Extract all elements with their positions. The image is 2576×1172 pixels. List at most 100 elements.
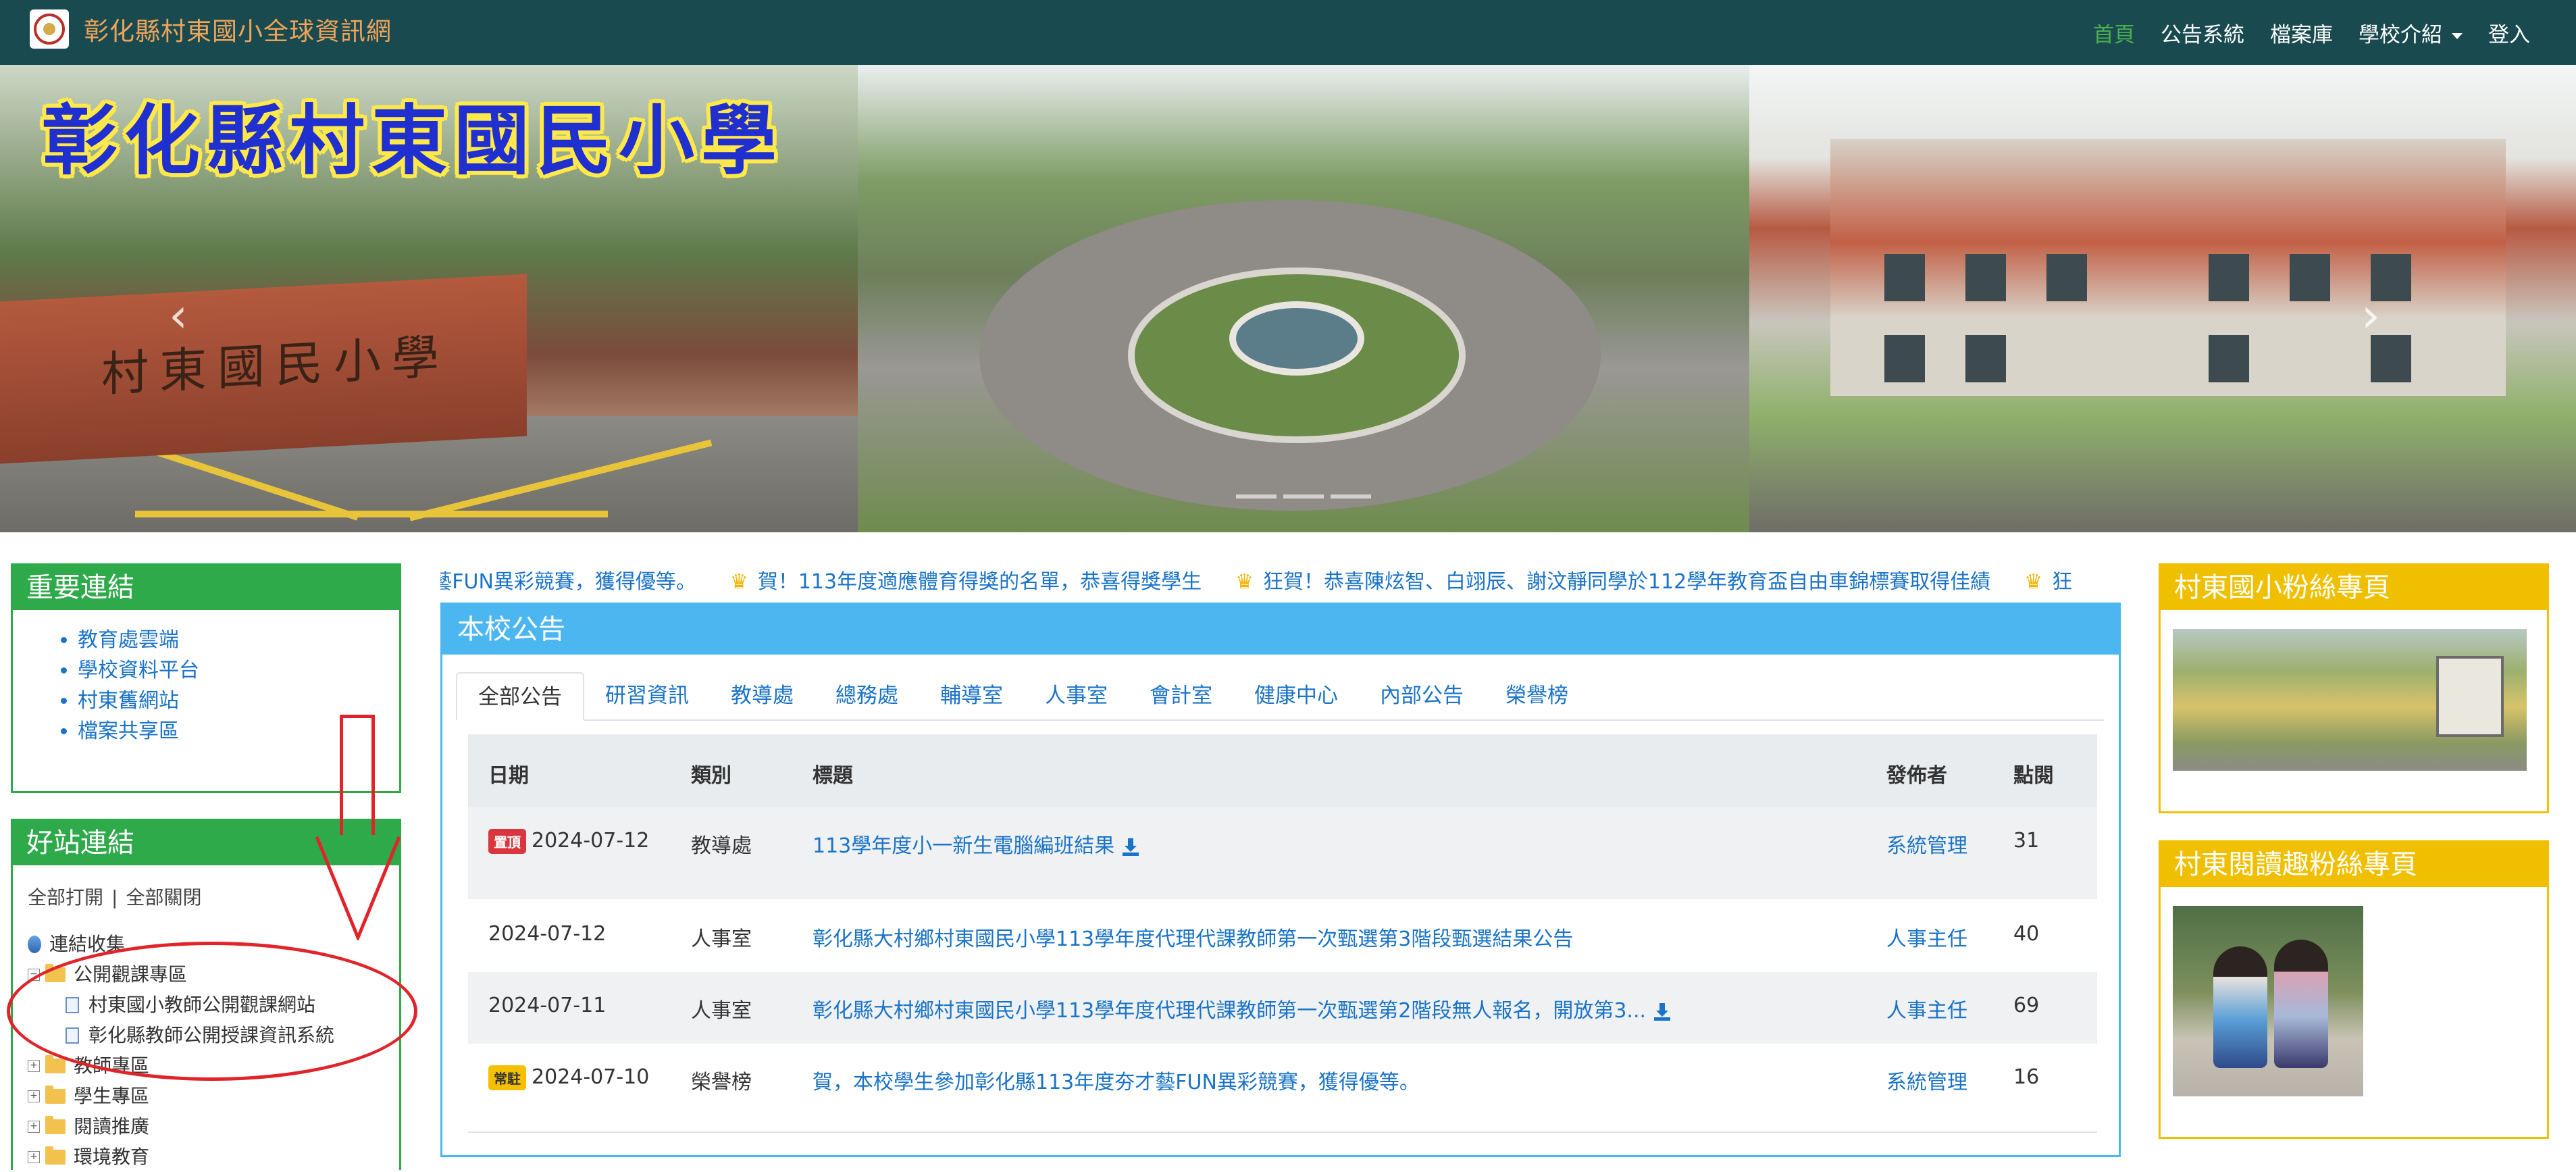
row-title-link[interactable]: 賀，本校學生參加彰化縣113年度夯才藝FUN異彩競賽，獲得優等。 [813,1065,1420,1095]
row-publisher-link[interactable]: 人事主任 [1886,922,1967,952]
nav-login[interactable]: 登入 [2488,18,2530,48]
crown-icon: ♛ [2024,570,2043,594]
table-row: 置頂 2024-07-12 教導處 113學年度小一新生電腦編班結果 系統管理 3… [468,807,2097,899]
download-icon[interactable] [1123,838,1139,856]
folder-icon [45,1054,66,1073]
tree-folder-reading[interactable]: + 閱讀推廣 [28,1111,399,1142]
announcement-table: 日期 類別 標題 發佈者 點閱 置頂 2024-07-12 教導處 113學年度小… [468,734,2097,1133]
nav-home[interactable]: 首頁 [2093,18,2135,48]
row-hits: 40 [2013,922,2040,946]
nav-links: 首頁 公告系統 檔案庫 學校介紹 登入 [2067,0,2530,65]
banner-photo-building [1749,65,2576,532]
announcements-panel: 本校公告 全部公告 研習資訊 教導處 總務處 輔導室 人事室 會計室 健康中心 … [440,603,2121,1157]
marquee-item[interactable]: 賀，本校學生參加彰化縣113年度夯才藝FUN異彩競賽，獲得優等。 [440,570,696,594]
table-row: 2024-07-12 人事室 彰化縣大村鄉村東國民小學113學年度代理代課教師第… [468,899,2097,972]
row-date: 2024-07-11 [488,994,607,1017]
link-old-website[interactable]: 村東舊網站 [78,686,399,716]
row-title-link[interactable]: 113學年度小一新生電腦編班結果 [813,834,1114,858]
nav-announcement-system[interactable]: 公告系統 [2161,18,2244,48]
tab-general-affairs[interactable]: 總務處 [815,672,919,719]
row-category: 教導處 [691,834,752,858]
carousel-prev-icon[interactable]: ‹ [169,288,188,343]
folder-icon [45,1115,66,1134]
header-category: 類別 [691,764,731,788]
tab-training[interactable]: 研習資訊 [584,672,710,719]
expand-icon[interactable]: + [28,1090,40,1102]
reading-page-image[interactable] [2173,906,2363,1096]
row-date: 2024-07-12 [532,829,650,852]
annotation-arrow-head-icon [315,836,401,940]
announcement-tabs: 全部公告 研習資訊 教導處 總務處 輔導室 人事室 會計室 健康中心 內部公告 … [456,672,2104,721]
caret-down-icon [2452,32,2463,39]
nav-school-intro-label: 學校介紹 [2359,22,2442,47]
tree-folder-students[interactable]: + 學生專區 [28,1081,399,1111]
table-row: 常駐 2024-07-10 榮譽榜 賀，本校學生參加彰化縣113年度夯才藝FUN異… [468,1044,2097,1133]
tab-personnel[interactable]: 人事室 [1024,672,1129,719]
row-hits: 16 [2013,1065,2040,1089]
header-hits: 點閱 [2013,764,2054,788]
tab-all[interactable]: 全部公告 [456,672,584,721]
tab-honor-roll[interactable]: 榮譽榜 [1485,672,1589,719]
top-navbar: 彰化縣村東國小全球資訊網 首頁 公告系統 檔案庫 學校介紹 登入 [0,0,2576,65]
separator: | [111,886,118,909]
site-title[interactable]: 彰化縣村東國小全球資訊網 [84,11,392,47]
link-school-data-platform[interactable]: 學校資料平台 [78,655,399,686]
resident-badge: 常駐 [488,1065,526,1090]
row-title-link[interactable]: 彰化縣大村鄉村東國民小學113學年度代理代課教師第一次甄選第2階段無人報名，開放… [813,999,1646,1023]
brand[interactable]: 彰化縣村東國小全球資訊網 [30,9,392,49]
marquee-item[interactable]: 狂賀！恭喜陳炫智、白翊辰、謝汶靜同學於112學年教育盃自由車錦標賽取得佳績 [1263,570,1990,594]
banner-photo-courtyard [858,65,1749,532]
tab-internal[interactable]: 內部公告 [1359,672,1485,719]
marquee-item[interactable]: 狂 [2052,570,2072,594]
carousel-indicators[interactable] [1236,494,1378,499]
carousel-next-icon[interactable]: › [2361,288,2380,343]
expand-all-button[interactable]: 全部打開 [28,886,103,909]
collapse-all-button[interactable]: 全部關閉 [126,886,201,909]
row-hits: 31 [2013,829,2040,852]
row-title-link[interactable]: 彰化縣大村鄉村東國民小學113學年度代理代課教師第一次甄選第3階段甄選結果公告 [813,922,1573,952]
banner-carousel[interactable]: 村東國民小學 彰化縣村東國民小學 ‹ › [0,65,2576,532]
annotation-red-oval [7,942,417,1081]
nav-school-intro-dropdown[interactable]: 學校介紹 [2359,18,2463,48]
marquee-item[interactable]: 賀！113年度適應體育得獎的名單，恭喜得獎學生 [758,570,1202,594]
expand-icon[interactable]: + [28,1120,40,1133]
pinned-badge: 置頂 [488,829,526,854]
reading-page-title: 村東閱讀趣粉絲專頁 [2161,842,2547,887]
row-hits: 69 [2013,994,2040,1017]
announcements-title: 本校公告 [442,605,2119,655]
row-publisher-link[interactable]: 系統管理 [1886,829,1967,859]
crown-icon: ♛ [729,570,748,594]
row-publisher-link[interactable]: 系統管理 [1886,1065,1967,1095]
header-publisher: 發佈者 [1886,764,1947,788]
nav-file-library[interactable]: 檔案庫 [2270,18,2333,48]
row-category: 人事室 [691,927,752,951]
fan-page-title: 村東國小粉絲專頁 [2161,565,2547,610]
table-row: 2024-07-11 人事室 彰化縣大村鄉村東國民小學113學年度代理代課教師第… [468,972,2097,1044]
important-links-title: 重要連結 [13,565,399,610]
news-marquee[interactable]: 賀，本校學生參加彰化縣113年度夯才藝FUN異彩競賽，獲得優等。 ♛ 賀！113年度… [440,565,2121,594]
download-icon[interactable] [1654,1002,1671,1021]
tab-health-center[interactable]: 健康中心 [1233,672,1359,719]
annotation-arrow-shaft [340,715,375,835]
header-title: 標題 [813,764,853,788]
fan-page-image[interactable] [2173,629,2527,771]
fan-page-panel: 村東國小粉絲專頁 [2159,563,2549,813]
reading-page-panel: 村東閱讀趣粉絲專頁 [2159,840,2549,1139]
tab-accounting[interactable]: 會計室 [1129,672,1233,719]
expand-icon[interactable]: + [28,1059,40,1072]
tab-academic[interactable]: 教導處 [710,672,815,719]
header-date: 日期 [488,764,529,788]
folder-icon [45,1085,66,1104]
row-category: 榮譽榜 [691,1071,752,1094]
banner-school-name: 彰化縣村東國民小學 [42,97,783,185]
link-education-cloud[interactable]: 教育處雲端 [78,625,399,655]
row-category: 人事室 [691,999,752,1023]
school-logo-icon [30,9,69,49]
row-date: 2024-07-10 [532,1065,650,1089]
tab-counseling[interactable]: 輔導室 [919,672,1024,719]
row-date: 2024-07-12 [488,922,607,946]
globe-icon [28,935,41,953]
row-publisher-link[interactable]: 人事主任 [1886,994,1967,1023]
table-header: 日期 類別 標題 發佈者 點閱 [468,734,2097,807]
crown-icon: ♛ [1235,570,1254,594]
